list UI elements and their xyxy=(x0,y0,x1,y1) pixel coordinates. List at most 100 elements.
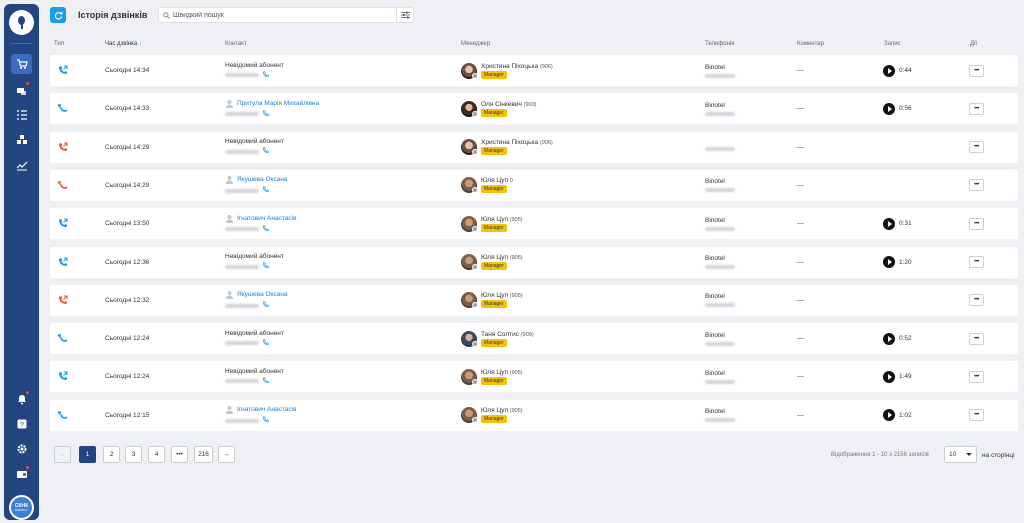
table-row[interactable]: Сьогодні 12:36 Невідомий абонент Юля Цуп (… xyxy=(50,246,1018,278)
table-row[interactable]: Сьогодні 12:24 Невідомий абонент Таня Солт… xyxy=(50,323,1018,355)
telephony-number-redacted xyxy=(705,73,735,78)
row-actions-button[interactable]: ••• xyxy=(969,179,984,192)
row-actions-button[interactable]: ••• xyxy=(969,217,984,230)
manager-avatar xyxy=(461,215,478,232)
play-icon[interactable] xyxy=(883,217,895,230)
incoming-call-icon xyxy=(57,400,68,431)
table-row[interactable]: Сьогодні 12:24 Невідомий абонент Юля Цуп (… xyxy=(50,361,1018,393)
table-row[interactable]: Сьогодні 12:32 Якушева Оксана Юля Цуп (905… xyxy=(50,284,1018,316)
comment-cell: — xyxy=(797,132,804,163)
sidebar-item-settings[interactable] xyxy=(11,439,32,459)
row-actions-button[interactable]: ••• xyxy=(969,332,984,345)
sidebar-item-warehouse[interactable] xyxy=(11,130,32,150)
search-input[interactable] xyxy=(173,11,391,19)
contact-name[interactable]: Ігнатович Анастасія xyxy=(225,214,297,223)
table-row[interactable]: Сьогодні 14:33 Притула Марія Михайлівна Ол… xyxy=(50,93,1018,125)
sidebar-item-help[interactable]: ? xyxy=(11,414,32,434)
play-icon[interactable] xyxy=(883,256,895,268)
play-icon[interactable] xyxy=(883,332,895,345)
contact-name[interactable]: Якушева Оксана xyxy=(225,175,288,185)
phone-icon[interactable] xyxy=(262,70,269,80)
sidebar-item-calls[interactable] xyxy=(11,80,32,100)
table-row[interactable]: Сьогодні 14:29 Якушева Оксана Юля Цуп 0 Man… xyxy=(50,169,1018,201)
manager-ext: 0 xyxy=(509,178,513,185)
telephony-provider: Binotel xyxy=(705,369,725,377)
logo[interactable] xyxy=(9,10,34,35)
telephony-provider: Binotel xyxy=(705,63,725,71)
phone-icon[interactable] xyxy=(262,186,269,195)
manager-cell: Христина Піхоцька (906) Manager xyxy=(461,132,553,163)
phone-icon[interactable] xyxy=(262,147,269,156)
role-badge: Manager xyxy=(481,262,507,270)
table-row[interactable]: Сьогодні 12:15 Ігнатович Анастасія Юля Цуп… xyxy=(50,399,1018,431)
row-actions-button[interactable]: ••• xyxy=(969,370,984,383)
sidebar-item-tasks[interactable] xyxy=(11,105,32,125)
table-row[interactable]: Сьогодні 14:34 Невідомий абонент Христина … xyxy=(50,55,1018,86)
phone-icon[interactable] xyxy=(262,301,269,310)
table-row[interactable]: Сьогодні 13:50 Ігнатович Анастасія Юля Цуп… xyxy=(50,208,1018,240)
contact-name[interactable]: Притула Марія Михайлівна xyxy=(225,99,319,108)
comment-cell: — xyxy=(797,55,804,86)
play-icon[interactable] xyxy=(883,370,895,383)
play-icon[interactable] xyxy=(883,409,895,422)
outgoing-call-icon xyxy=(57,247,68,278)
play-icon[interactable] xyxy=(883,102,895,115)
contact-name[interactable]: Якушева Оксана xyxy=(225,290,288,300)
phone-icon[interactable] xyxy=(262,377,269,386)
role-badge: Manager xyxy=(481,108,507,117)
missed-call-icon xyxy=(57,170,68,201)
sliders-icon xyxy=(400,11,410,19)
contact-name[interactable]: Ігнатович Анастасія xyxy=(225,405,297,415)
call-time: Сьогодні 13:50 xyxy=(105,208,149,239)
refresh-button[interactable] xyxy=(50,7,66,23)
sort-arrow-icon: ↓ xyxy=(138,41,142,47)
telephony-number-redacted xyxy=(705,226,735,231)
page-2-button[interactable]: 2 xyxy=(103,446,120,463)
page-1-button[interactable]: 1 xyxy=(79,446,96,463)
search-box[interactable] xyxy=(158,7,414,23)
phone-icon[interactable] xyxy=(262,416,269,425)
row-actions-button[interactable]: ••• xyxy=(969,256,984,268)
manager-name: Юля Цуп xyxy=(481,177,508,185)
play-icon[interactable] xyxy=(883,64,895,77)
phone-number-redacted xyxy=(225,112,259,117)
filter-button[interactable] xyxy=(396,8,413,22)
manager-cell: Юля Цуп 0 Manager xyxy=(461,170,513,201)
sidebar-item-analytics[interactable] xyxy=(11,155,32,175)
column-time[interactable]: Час дзвінка ↓ xyxy=(105,41,142,47)
column-comment: Коментар xyxy=(797,41,824,47)
row-actions-button[interactable]: ••• xyxy=(969,64,984,77)
sidebar-item-orders[interactable] xyxy=(11,54,32,74)
row-actions-button[interactable]: ••• xyxy=(969,141,984,154)
comment-text: — xyxy=(797,181,804,189)
call-time: Сьогодні 12:24 xyxy=(105,361,149,392)
outgoing-call-icon xyxy=(57,55,68,86)
user-icon xyxy=(226,99,233,108)
contact-name: Невідомий абонент xyxy=(225,253,284,260)
phone-icon[interactable] xyxy=(262,224,269,234)
per-page-select[interactable]: 10 xyxy=(944,446,977,463)
comment-text: — xyxy=(797,67,804,74)
phone-icon[interactable] xyxy=(262,338,269,348)
sidebar-item-wallet[interactable] xyxy=(11,464,32,484)
manager-cell: Таня Солтис (909) Manager xyxy=(461,323,534,354)
cart-icon xyxy=(16,59,28,69)
phone-icon[interactable] xyxy=(262,262,269,271)
page-3-button[interactable]: 3 xyxy=(125,446,142,463)
account-avatar[interactable]: СКНК ENERGY xyxy=(9,495,34,520)
comment-cell: — xyxy=(797,285,804,316)
user-icon xyxy=(226,406,233,415)
contact-name-text: Невідомий абонент xyxy=(225,329,284,337)
row-actions-button[interactable]: ••• xyxy=(969,294,984,307)
prev-page-button[interactable]: ← xyxy=(54,446,71,463)
phone-icon[interactable] xyxy=(262,110,269,119)
row-actions-button[interactable]: ••• xyxy=(969,409,984,422)
page-4-button[interactable]: 4 xyxy=(148,446,165,463)
row-actions-button[interactable]: ••• xyxy=(969,102,984,115)
page-216-button[interactable]: 216 xyxy=(194,446,213,463)
next-page-button[interactable]: → xyxy=(218,446,235,463)
record-duration: 0:56 xyxy=(899,105,912,113)
sidebar-item-notifications[interactable] xyxy=(11,389,32,409)
table-row[interactable]: Сьогодні 14:29 Невідомий абонент Христина … xyxy=(50,131,1018,163)
page-ellipsis-button[interactable]: ••• xyxy=(171,446,188,463)
